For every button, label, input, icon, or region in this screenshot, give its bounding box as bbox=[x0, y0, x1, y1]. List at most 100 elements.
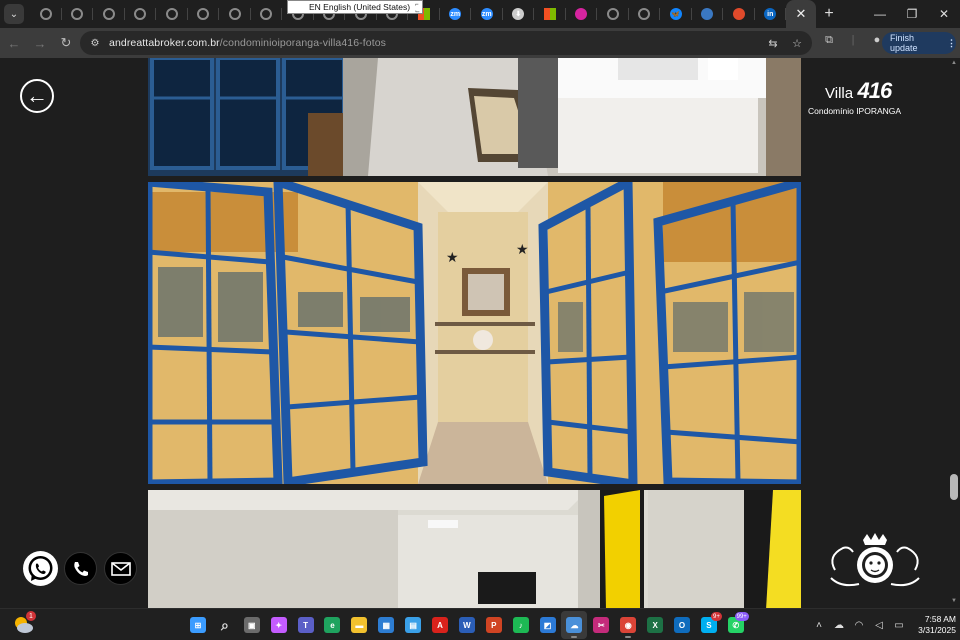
browser-tab[interactable] bbox=[251, 0, 283, 28]
scroll-thumb[interactable] bbox=[950, 474, 958, 500]
file-explorer-icon: ▬ bbox=[351, 617, 368, 633]
browser-tab[interactable] bbox=[723, 0, 755, 28]
phone-icon[interactable] bbox=[64, 552, 97, 585]
close-window-icon[interactable]: ✕ bbox=[928, 0, 960, 28]
back-arrow-icon[interactable]: ← bbox=[2, 31, 26, 55]
browser-tab[interactable] bbox=[219, 0, 251, 28]
taskbar-store-button[interactable]: ▦ bbox=[373, 611, 399, 639]
browser-toolbar: ← → ↻ ⚙ andreattabroker.com.br/condomini… bbox=[0, 28, 960, 58]
screen: ⌄ zm zm ⬇ 🦋 in ✕ + — ❐ ✕ EN English (United … bbox=[0, 0, 960, 640]
minimize-icon[interactable]: — bbox=[864, 0, 896, 28]
taskbar-search-button[interactable]: ⌕ bbox=[212, 611, 238, 639]
browser-tab[interactable] bbox=[125, 0, 157, 28]
browser-tab[interactable] bbox=[156, 0, 188, 28]
kitchen-photo[interactable] bbox=[148, 58, 801, 176]
spotify-icon: ♪ bbox=[512, 617, 529, 633]
extensions-icon[interactable]: ⧉ bbox=[820, 31, 838, 49]
steam-icon bbox=[701, 8, 714, 20]
browser-tab[interactable] bbox=[692, 0, 724, 28]
browser-tab[interactable] bbox=[629, 0, 661, 28]
wifi-icon[interactable]: ◠ bbox=[852, 620, 866, 631]
toolbar-right: ⧉ | ● bbox=[820, 31, 886, 49]
taskbar-word-button[interactable]: W bbox=[454, 611, 480, 639]
taskbar-task-view-button[interactable]: ▣ bbox=[239, 611, 265, 639]
globe-icon bbox=[39, 8, 52, 20]
menu-dots-icon: ⋮ bbox=[947, 37, 956, 48]
running-indicator bbox=[625, 636, 632, 638]
close-icon[interactable]: ✕ bbox=[796, 6, 807, 22]
taskbar-calendar-button[interactable]: ▤ bbox=[400, 611, 426, 639]
browser-tab[interactable] bbox=[566, 0, 598, 28]
taskbar-file-explorer-button[interactable]: ▬ bbox=[346, 611, 372, 639]
mail-icon[interactable] bbox=[104, 552, 137, 585]
taskbar-photos-button[interactable]: ◩ bbox=[535, 611, 561, 639]
active-tab[interactable]: ✕ bbox=[786, 0, 816, 28]
taskbar-onedrive-button[interactable]: ☁ bbox=[561, 611, 588, 639]
browser-tab[interactable] bbox=[534, 0, 566, 28]
living-room-photo[interactable] bbox=[148, 490, 801, 608]
browser-tab[interactable]: ⬇ bbox=[503, 0, 535, 28]
weather-icon[interactable]: 1 bbox=[12, 611, 36, 635]
browser-tab[interactable]: zm bbox=[471, 0, 503, 28]
whatsapp-icon[interactable] bbox=[23, 551, 58, 586]
browser-tab[interactable] bbox=[62, 0, 94, 28]
notification-badge: 99+ bbox=[734, 612, 749, 621]
onedrive-icon: ☁ bbox=[566, 617, 583, 633]
notification-badge: 9+ bbox=[710, 612, 722, 621]
system-tray: ˄ ☁ ◠ ◁ ▭ bbox=[812, 609, 906, 640]
finish-update-button[interactable]: Finish update ⋮ bbox=[882, 32, 956, 54]
taskbar-acrobat-button[interactable]: A bbox=[427, 611, 453, 639]
photo-gallery: ★ ★ bbox=[148, 58, 801, 608]
url-host: andreattabroker.com.br bbox=[109, 37, 220, 49]
chevron-up-icon[interactable]: ˄ bbox=[812, 620, 826, 631]
running-indicator bbox=[571, 636, 578, 638]
taskbar-skype-button[interactable]: S 9+ bbox=[696, 611, 722, 639]
browser-tab[interactable]: in bbox=[755, 0, 787, 28]
translate-icon[interactable]: ⇆ bbox=[764, 34, 782, 52]
taskbar-chrome-button[interactable]: ◉ bbox=[615, 611, 641, 639]
powerpoint-icon: P bbox=[485, 617, 502, 633]
taskbar-outlook-button[interactable]: O bbox=[669, 611, 695, 639]
taskbar-start-button[interactable]: ⊞ bbox=[185, 611, 211, 639]
volume-icon[interactable]: ◁ bbox=[872, 620, 886, 631]
search-icon: ⌕ bbox=[220, 616, 229, 633]
taskbar-spotify-button[interactable]: ♪ bbox=[508, 611, 534, 639]
taskbar-excel-button[interactable]: X bbox=[642, 611, 668, 639]
globe-icon bbox=[197, 8, 210, 20]
scroll-up-icon[interactable]: ▲ bbox=[949, 60, 959, 66]
taskbar-whatsapp-button[interactable]: ✆ 99+ bbox=[723, 611, 749, 639]
address-bar[interactable]: ⚙ andreattabroker.com.br/condominioipora… bbox=[80, 31, 812, 55]
blue-windows-hallway-photo[interactable]: ★ ★ bbox=[148, 182, 801, 484]
browser-tab[interactable] bbox=[597, 0, 629, 28]
clock[interactable]: 7:58 AM 3/31/2025 bbox=[902, 614, 956, 636]
scroll-down-icon[interactable]: ▼ bbox=[949, 598, 959, 604]
arrow-left-icon[interactable]: ← bbox=[20, 79, 54, 113]
bookmark-star-icon[interactable]: ☆ bbox=[788, 34, 806, 52]
browser-tab[interactable]: zm bbox=[440, 0, 472, 28]
globe-icon bbox=[638, 8, 651, 20]
page-scrollbar[interactable]: ▲ ▼ bbox=[948, 58, 960, 608]
teams-icon: T bbox=[297, 617, 314, 633]
taskbar-snipping-button[interactable]: ✂ bbox=[588, 611, 614, 639]
taskbar-teams-button[interactable]: T bbox=[293, 611, 319, 639]
browser-tab[interactable] bbox=[93, 0, 125, 28]
taskbar-powerpoint-button[interactable]: P bbox=[481, 611, 507, 639]
villa-logo: Villa 416 Condomínio IPORANGA bbox=[808, 78, 918, 116]
taskbar-edge-button[interactable]: e bbox=[319, 611, 345, 639]
browser-tab[interactable] bbox=[30, 0, 62, 28]
taskbar-copilot-button[interactable]: ✦ bbox=[266, 611, 292, 639]
url-text[interactable]: andreattabroker.com.br/condominioiporang… bbox=[109, 37, 386, 49]
onedrive-tray-icon[interactable]: ☁ bbox=[832, 620, 846, 631]
download-icon: ⬇ bbox=[512, 8, 525, 20]
reload-icon[interactable]: ↻ bbox=[54, 31, 78, 55]
browser-tab[interactable] bbox=[188, 0, 220, 28]
browser-tab[interactable]: 🦋 bbox=[660, 0, 692, 28]
forward-arrow-icon[interactable]: → bbox=[28, 31, 52, 55]
tab-search-icon[interactable]: ⌄ bbox=[4, 4, 24, 24]
globe-icon bbox=[165, 8, 178, 20]
separator: | bbox=[851, 34, 855, 46]
logo-number: 416 bbox=[857, 78, 893, 103]
site-info-icon[interactable]: ⚙ bbox=[87, 35, 103, 51]
new-tab-button[interactable]: + bbox=[816, 0, 842, 28]
restore-icon[interactable]: ❐ bbox=[896, 0, 928, 28]
